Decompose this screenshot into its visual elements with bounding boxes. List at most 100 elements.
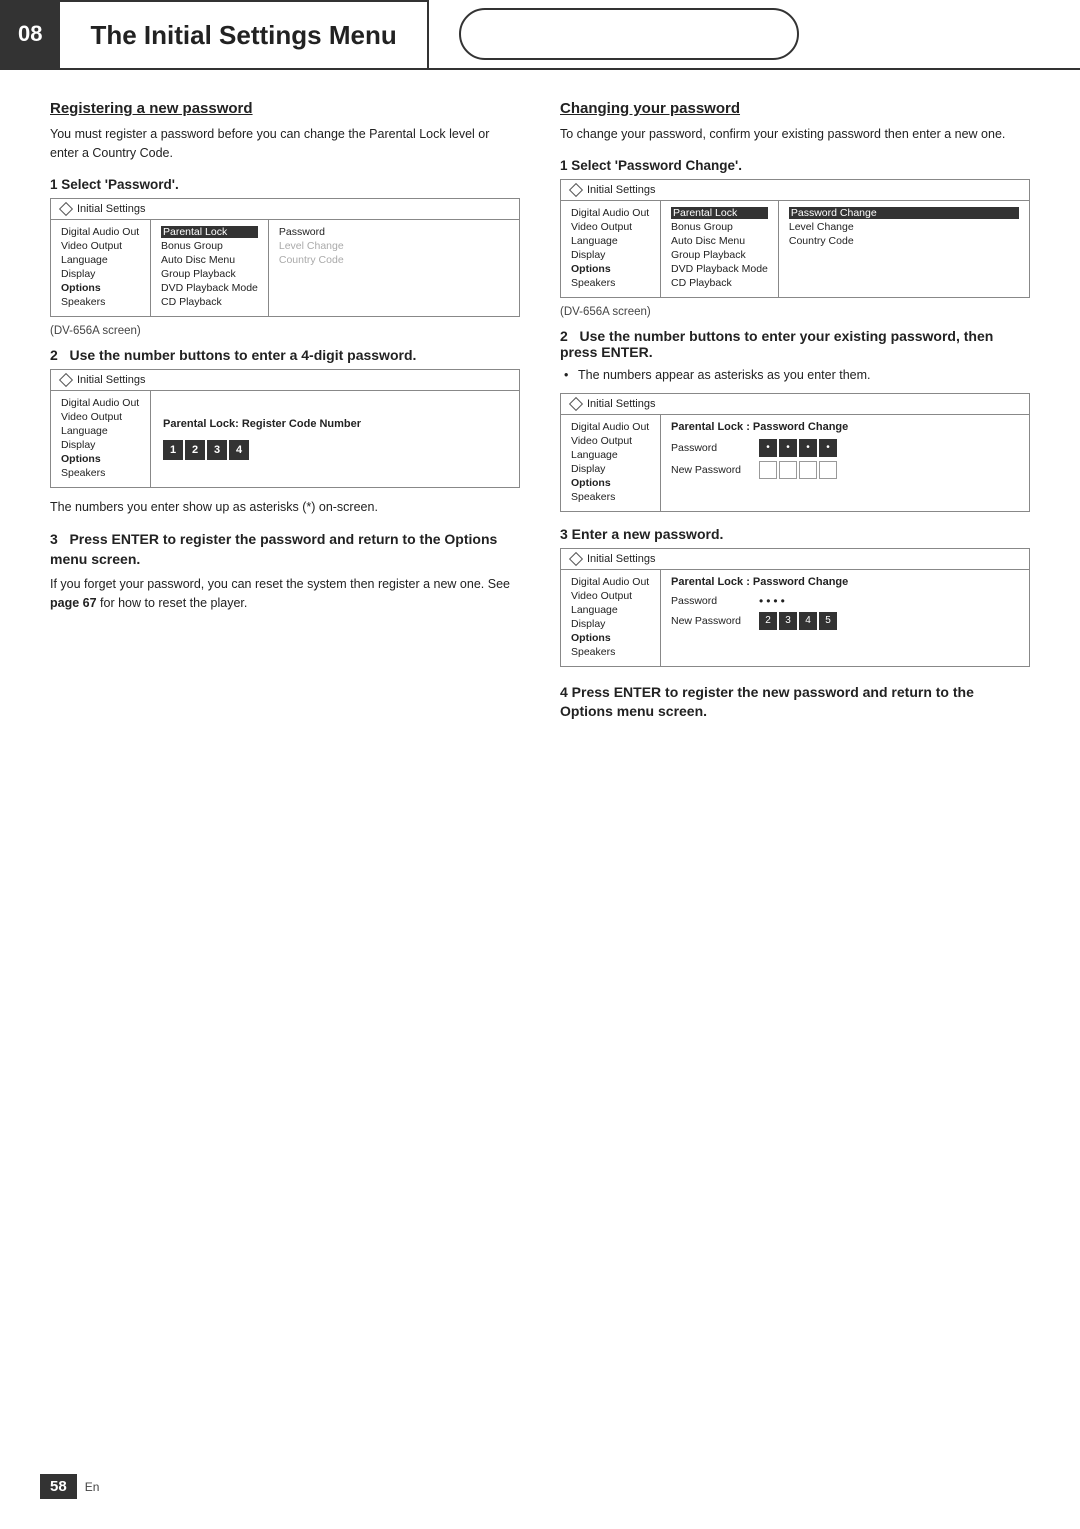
submenu-item: DVD Playback Mode <box>161 282 258 294</box>
pw-box: 3 <box>779 612 797 630</box>
diamond-icon <box>569 396 583 410</box>
submenu-item-selected: Parental Lock <box>671 207 768 219</box>
digit-1: 1 <box>163 440 183 460</box>
new-pw-filled-boxes: 2 3 4 5 <box>759 612 837 630</box>
submenu-item: Auto Disc Menu <box>161 254 258 266</box>
header-pill <box>459 8 799 60</box>
rscreen1-menu-col: Digital Audio Out Video Output Language … <box>561 201 661 297</box>
pw-dot: • <box>781 594 785 608</box>
pw-box: 5 <box>819 612 837 630</box>
pw-label: Password <box>671 595 751 607</box>
pw-box: • <box>779 439 797 457</box>
right-step4-label: 4 Press ENTER to register the new passwo… <box>560 683 1030 722</box>
rscreen2-body: Digital Audio Out Video Output Language … <box>561 415 1029 511</box>
menu-item: Display <box>61 268 140 280</box>
screen1-submenu-col: Parental Lock Bonus Group Auto Disc Menu… <box>151 220 269 316</box>
menu-item: Speakers <box>61 296 140 308</box>
left-column: Registering a new password You must regi… <box>50 100 520 722</box>
pw-dot: • <box>766 594 770 608</box>
screen2-body: Digital Audio Out Video Output Language … <box>51 391 519 487</box>
left-step3-sub: If you forget your password, you can res… <box>50 575 520 613</box>
digit-2: 2 <box>185 440 205 460</box>
screen1-title: Initial Settings <box>77 203 145 215</box>
screen1-right-col: Password Level Change Country Code <box>269 220 519 316</box>
new-pw-label: New Password <box>671 464 751 476</box>
rscreen1-title: Initial Settings <box>587 184 655 196</box>
pw-box <box>819 461 837 479</box>
pw-row-new: New Password <box>671 461 1019 479</box>
menu-item: Display <box>61 439 140 451</box>
pw-box: • <box>799 439 817 457</box>
menu-item: Digital Audio Out <box>571 576 650 588</box>
rscreen2-header: Initial Settings <box>561 394 1029 415</box>
rscreen2-pw-right: Parental Lock : Password Change Password… <box>661 415 1029 511</box>
new-pw-label: New Password <box>671 615 751 627</box>
pw-dot: • <box>759 594 763 608</box>
right-step1-caption: (DV-656A screen) <box>560 306 1030 318</box>
menu-item: Video Output <box>61 411 140 423</box>
submenu-item: DVD Playback Mode <box>671 263 768 275</box>
menu-item-active: Options <box>61 453 140 465</box>
pw-box: • <box>819 439 837 457</box>
rscreen2-menu-col: Digital Audio Out Video Output Language … <box>561 415 661 511</box>
submenu-item: Auto Disc Menu <box>671 235 768 247</box>
menu-item-active: Options <box>571 263 650 275</box>
right-item: Password <box>279 226 509 238</box>
diamond-icon <box>59 372 73 386</box>
right-step3-screen: Initial Settings Digital Audio Out Video… <box>560 548 1030 667</box>
pw-box <box>759 461 777 479</box>
right-item-selected: Password Change <box>789 207 1019 219</box>
rscreen1-right-col: Password Change Level Change Country Cod… <box>779 201 1029 297</box>
menu-item: Language <box>61 254 140 266</box>
pw-row-password: Password • • • • <box>671 439 1019 457</box>
menu-item: Speakers <box>571 646 650 658</box>
left-step2-label: 2 Use the number buttons to enter a 4-di… <box>50 347 520 363</box>
rscreen3-header: Initial Settings <box>561 549 1029 570</box>
right-step1-screen: Initial Settings Digital Audio Out Video… <box>560 179 1030 298</box>
menu-item: Video Output <box>571 590 650 602</box>
menu-item: Speakers <box>571 277 650 289</box>
chapter-number: 08 <box>0 0 60 68</box>
menu-item: Digital Audio Out <box>61 226 140 238</box>
rscreen2-title: Initial Settings <box>587 398 655 410</box>
menu-item: Digital Audio Out <box>61 397 140 409</box>
left-step1-screen: Initial Settings Digital Audio Out Video… <box>50 198 520 317</box>
submenu-item: CD Playback <box>161 296 258 308</box>
right-step2-screen: Initial Settings Digital Audio Out Video… <box>560 393 1030 512</box>
screen1-menu-col: Digital Audio Out Video Output Language … <box>51 220 151 316</box>
screen2-center-label: Parental Lock: Register Code Number <box>163 418 507 430</box>
submenu-item: Bonus Group <box>161 240 258 252</box>
digit-3: 3 <box>207 440 227 460</box>
digit-boxes: 1 2 3 4 <box>163 440 507 460</box>
page-footer: 58 En <box>40 1474 99 1499</box>
submenu-item: Group Playback <box>161 268 258 280</box>
screen2-center: Parental Lock: Register Code Number 1 2 … <box>151 391 519 487</box>
menu-item: Video Output <box>571 435 650 447</box>
right-step3-label: 3 Enter a new password. <box>560 526 1030 542</box>
screen2-title: Initial Settings <box>77 374 145 386</box>
right-item: Country Code <box>789 235 1019 247</box>
diamond-icon <box>569 551 583 565</box>
rscreen3-menu-col: Digital Audio Out Video Output Language … <box>561 570 661 666</box>
menu-item: Language <box>571 449 650 461</box>
menu-item: Digital Audio Out <box>571 421 650 433</box>
menu-item: Language <box>61 425 140 437</box>
left-section-para: You must register a password before you … <box>50 125 520 163</box>
chapter-title-box: The Initial Settings Menu <box>60 0 428 68</box>
left-step1-label: 1 Select 'Password'. <box>50 177 520 192</box>
pw-box <box>779 461 797 479</box>
pw-dot-row: • • • • <box>759 594 785 608</box>
pw-box <box>799 461 817 479</box>
digit-4: 4 <box>229 440 249 460</box>
pw-filled-boxes: • • • • <box>759 439 837 457</box>
right-item: Level Change <box>789 221 1019 233</box>
pw-label: Password <box>671 442 751 454</box>
right-step2-label: 2 Use the number buttons to enter your e… <box>560 328 1030 360</box>
pw-title: Parental Lock : Password Change <box>671 421 1019 433</box>
pw-box: 4 <box>799 612 817 630</box>
submenu-item-selected: Parental Lock <box>161 226 258 238</box>
menu-item: Display <box>571 463 650 475</box>
footer-lang: En <box>85 1480 100 1494</box>
screen2-header: Initial Settings <box>51 370 519 391</box>
submenu-item: Bonus Group <box>671 221 768 233</box>
